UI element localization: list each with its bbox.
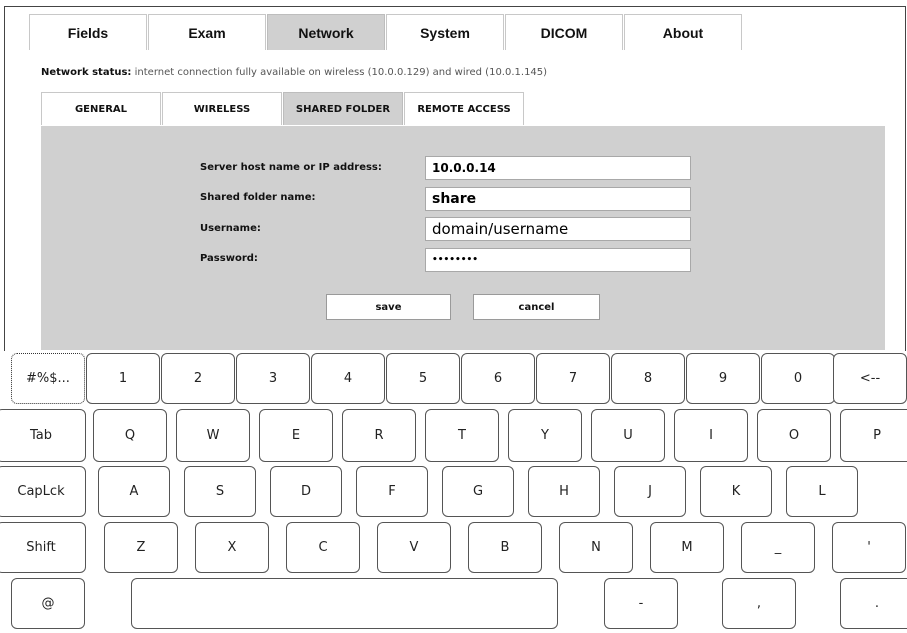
folder-input[interactable]: share [425,187,691,211]
key-y[interactable]: Y [508,409,582,462]
key-n[interactable]: N [559,522,633,573]
sub-tab-bar: GENERAL WIRELESS SHARED FOLDER REMOTE AC… [41,92,525,125]
network-status-text: internet connection fully available on w… [134,67,548,78]
key-e[interactable]: E [259,409,333,462]
key-1[interactable]: 1 [86,353,160,404]
key-0[interactable]: 0 [761,353,835,404]
key-r[interactable]: R [342,409,416,462]
virtual-keyboard: #%$... 1 2 3 4 5 6 7 8 9 0 <-- Tab Q W E… [0,351,907,633]
key-f[interactable]: F [356,466,428,517]
tab-about[interactable]: About [624,14,742,50]
key-at[interactable]: @ [11,578,85,629]
cancel-button[interactable]: cancel [473,294,600,320]
subtab-remote-access[interactable]: REMOTE ACCESS [404,92,524,125]
username-input[interactable]: domain/username [425,217,691,241]
key-a[interactable]: A [98,466,170,517]
tab-system[interactable]: System [386,14,504,50]
key-i[interactable]: I [674,409,748,462]
password-label: Password: [200,253,258,264]
key-6[interactable]: 6 [461,353,535,404]
key-period[interactable]: . [840,578,907,629]
key-p[interactable]: P [840,409,907,462]
tab-exam[interactable]: Exam [148,14,266,50]
key-x[interactable]: X [195,522,269,573]
shared-folder-panel: Server host name or IP address: 10.0.0.1… [41,126,885,350]
key-c[interactable]: C [286,522,360,573]
save-button[interactable]: save [326,294,451,320]
key-5[interactable]: 5 [386,353,460,404]
key-symbols[interactable]: #%$... [11,353,85,404]
key-tab[interactable]: Tab [0,409,86,462]
key-u[interactable]: U [591,409,665,462]
key-s[interactable]: S [184,466,256,517]
folder-label: Shared folder name: [200,192,316,203]
key-w[interactable]: W [176,409,250,462]
key-o[interactable]: O [757,409,831,462]
key-apostrophe[interactable]: ' [832,522,906,573]
main-tab-bar: Fields Exam Network System DICOM About [29,14,743,50]
key-g[interactable]: G [442,466,514,517]
network-status: Network status: internet connection full… [41,67,547,78]
host-label: Server host name or IP address: [200,162,382,173]
key-space[interactable] [131,578,558,629]
key-v[interactable]: V [377,522,451,573]
tab-dicom[interactable]: DICOM [505,14,623,50]
key-minus[interactable]: - [604,578,678,629]
key-2[interactable]: 2 [161,353,235,404]
key-3[interactable]: 3 [236,353,310,404]
key-underscore[interactable]: _ [741,522,815,573]
key-k[interactable]: K [700,466,772,517]
key-comma[interactable]: , [722,578,796,629]
subtab-shared-folder[interactable]: SHARED FOLDER [283,92,403,125]
key-8[interactable]: 8 [611,353,685,404]
key-shift[interactable]: Shift [0,522,86,573]
key-z[interactable]: Z [104,522,178,573]
key-b[interactable]: B [468,522,542,573]
key-j[interactable]: J [614,466,686,517]
key-l[interactable]: L [786,466,858,517]
username-label: Username: [200,223,261,234]
password-input[interactable]: •••••••• [425,248,691,272]
tab-fields[interactable]: Fields [29,14,147,50]
key-q[interactable]: Q [93,409,167,462]
key-4[interactable]: 4 [311,353,385,404]
key-7[interactable]: 7 [536,353,610,404]
key-m[interactable]: M [650,522,724,573]
subtab-general[interactable]: GENERAL [41,92,161,125]
key-backspace[interactable]: <-- [833,353,907,404]
key-9[interactable]: 9 [686,353,760,404]
network-status-label: Network status: [41,67,132,78]
tab-network[interactable]: Network [267,14,385,50]
key-h[interactable]: H [528,466,600,517]
subtab-wireless[interactable]: WIRELESS [162,92,282,125]
key-t[interactable]: T [425,409,499,462]
key-d[interactable]: D [270,466,342,517]
host-input[interactable]: 10.0.0.14 [425,156,691,180]
key-capslock[interactable]: CapLck [0,466,86,517]
